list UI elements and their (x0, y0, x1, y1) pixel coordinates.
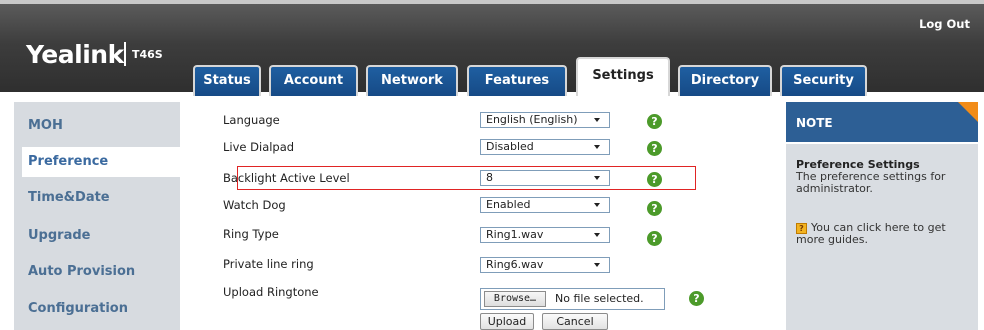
private-line-ring-select[interactable]: Ring6.wav (480, 257, 610, 273)
preference-form: Language English (English) ? Live Dialpa… (180, 102, 778, 330)
tab-directory[interactable]: Directory (678, 65, 772, 96)
file-status: No file selected. (555, 292, 644, 305)
sidebar-item-configuration[interactable]: Configuration (14, 294, 180, 324)
sidebar-item-preference[interactable]: Preference (22, 147, 180, 177)
tab-network[interactable]: Network (366, 65, 458, 96)
logo-separator (124, 42, 126, 66)
live-dialpad-label: Live Dialpad (223, 140, 295, 154)
sidebar-item-time-date[interactable]: Time&Date (14, 183, 180, 213)
note-panel: Preference Settings The preference setti… (786, 144, 978, 330)
upload-ringtone-label: Upload Ringtone (223, 285, 319, 299)
note-text: The preference settings for administrato… (796, 170, 946, 195)
corner-accent-icon (958, 102, 978, 122)
backlight-active-level-select-value: 8 (486, 171, 493, 184)
tab-features[interactable]: Features (467, 65, 567, 96)
guide-icon: ? (796, 223, 807, 234)
live-dialpad-select[interactable]: Disabled (480, 139, 610, 155)
upload-button[interactable]: Upload (480, 313, 534, 330)
browse-button[interactable]: Browse… (484, 291, 546, 307)
language-select[interactable]: English (English) (480, 112, 610, 128)
private-line-ring-label: Private line ring (223, 257, 314, 271)
ringtone-file-input[interactable]: Browse… No file selected. (480, 288, 665, 310)
chevron-down-icon (594, 176, 600, 180)
backlight-active-level-select[interactable]: 8 (480, 170, 610, 186)
tab-status[interactable]: Status (193, 65, 261, 96)
language-select-value: English (English) (486, 113, 578, 126)
help-icon[interactable]: ? (647, 141, 662, 156)
ring-type-select[interactable]: Ring1.wav (480, 227, 610, 243)
chevron-down-icon (594, 263, 600, 267)
help-icon[interactable]: ? (689, 291, 704, 306)
header-bar: Yealink T46S Log Out Status Account Netw… (0, 0, 984, 96)
note-heading: NOTE (796, 116, 833, 130)
guide-link[interactable]: You can click here to get more guides. (796, 222, 974, 246)
logout-link[interactable]: Log Out (919, 17, 970, 31)
sidebar-item-moh[interactable]: MOH (14, 111, 180, 141)
sidebar-item-upgrade[interactable]: Upgrade (14, 221, 180, 251)
tab-settings[interactable]: Settings (576, 57, 670, 96)
chevron-down-icon (594, 233, 600, 237)
watch-dog-label: Watch Dog (223, 198, 286, 212)
help-icon[interactable]: ? (647, 172, 662, 187)
tab-account[interactable]: Account (269, 65, 358, 96)
sidebar-item-auto-provision[interactable]: Auto Provision (14, 257, 180, 287)
backlight-active-level-label: Backlight Active Level (223, 171, 350, 185)
language-label: Language (223, 113, 280, 127)
live-dialpad-select-value: Disabled (486, 140, 534, 153)
ring-type-label: Ring Type (223, 227, 279, 241)
sidebar: MOH Preference Time&Date Upgrade Auto Pr… (14, 102, 180, 330)
help-icon[interactable]: ? (647, 201, 662, 216)
chevron-down-icon (594, 145, 600, 149)
note-header: NOTE (786, 102, 978, 142)
watch-dog-select-value: Enabled (486, 198, 531, 211)
chevron-down-icon (594, 203, 600, 207)
model-label: T46S (132, 48, 163, 61)
help-icon[interactable]: ? (647, 114, 662, 129)
cancel-button[interactable]: Cancel (542, 313, 608, 330)
private-line-ring-select-value: Ring6.wav (486, 258, 544, 271)
tab-security[interactable]: Security (780, 65, 867, 96)
help-icon[interactable]: ? (647, 231, 662, 246)
ring-type-select-value: Ring1.wav (486, 228, 544, 241)
watch-dog-select[interactable]: Enabled (480, 197, 610, 213)
chevron-down-icon (594, 118, 600, 122)
yealink-logo: Yealink (26, 40, 124, 69)
